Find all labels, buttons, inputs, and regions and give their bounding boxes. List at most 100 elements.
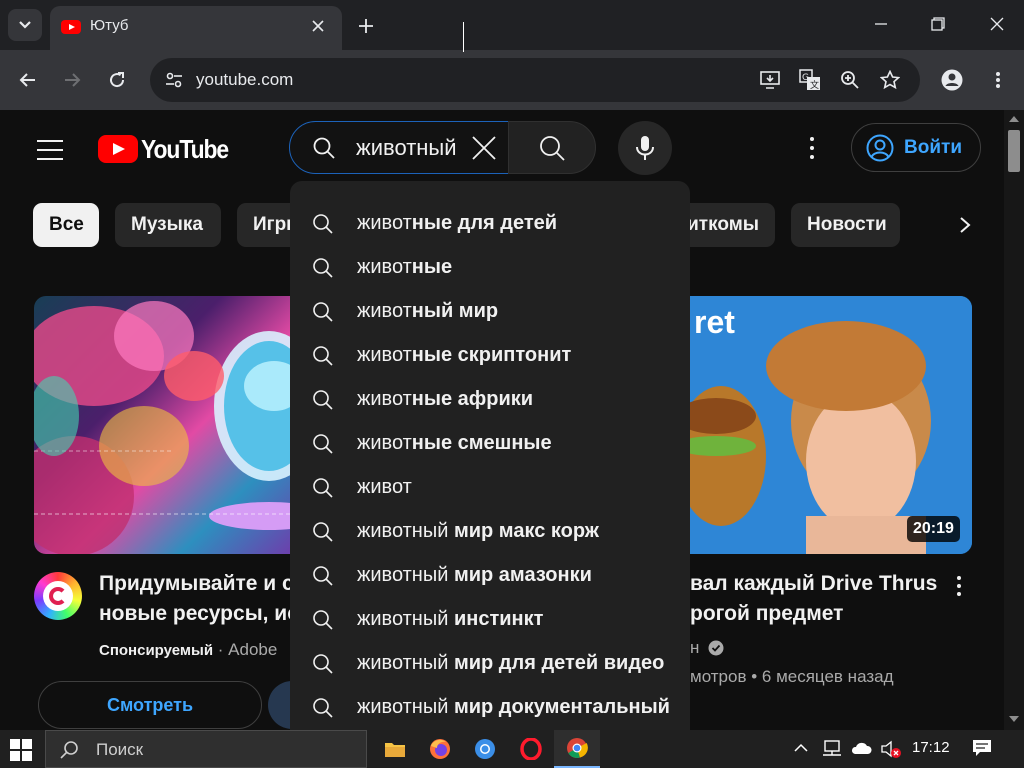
install-app-button[interactable] xyxy=(754,64,786,96)
firefox-app[interactable] xyxy=(417,730,463,768)
search-icon xyxy=(312,213,334,240)
start-button[interactable] xyxy=(10,739,32,761)
show-hidden-icons-button[interactable] xyxy=(792,739,810,762)
address-bar[interactable]: youtube.com G文 xyxy=(150,58,920,102)
chrome-app[interactable] xyxy=(554,730,600,768)
taskbar-search-box[interactable]: Поиск xyxy=(45,730,367,768)
plus-icon xyxy=(359,19,373,33)
tab-title: Ютуб xyxy=(90,17,129,34)
chips-next-button[interactable] xyxy=(946,206,984,244)
onedrive-tray-icon[interactable] xyxy=(850,739,872,762)
opera-icon xyxy=(520,738,542,760)
reload-button[interactable] xyxy=(101,64,133,96)
file-explorer-app[interactable] xyxy=(372,730,418,768)
scrollbar-thumb[interactable] xyxy=(1008,130,1020,172)
forward-button[interactable] xyxy=(56,64,88,96)
video2-title-line1[interactable]: вал каждый Drive Thrus xyxy=(690,569,940,599)
chip-news[interactable]: Новости xyxy=(791,203,900,247)
adobe-channel-avatar[interactable] xyxy=(34,572,82,620)
svg-text:文: 文 xyxy=(810,79,819,91)
suggestion-text: животный мир xyxy=(357,300,499,322)
video-title-line2[interactable]: новые ресурсы, используя xyxy=(99,599,291,629)
search-query-text: животный xyxy=(356,135,457,160)
taskbar-clock[interactable]: 17:12 xyxy=(912,739,950,756)
speaker-muted-icon xyxy=(881,740,901,758)
tune-icon xyxy=(166,72,182,88)
zoom-button[interactable] xyxy=(834,64,866,96)
opera-app[interactable] xyxy=(508,730,554,768)
zoom-in-icon xyxy=(841,71,859,89)
arrow-right-icon xyxy=(65,73,81,87)
youtube-logo[interactable]: YouTube xyxy=(98,134,240,164)
watch-button[interactable]: Смотреть xyxy=(38,681,262,729)
search-icon xyxy=(312,609,334,636)
translate-icon: G文 xyxy=(799,69,820,91)
scroll-up-arrow-icon[interactable] xyxy=(1009,116,1019,122)
chrome-alt-app[interactable] xyxy=(462,730,508,768)
suggestion-item[interactable]: животные для детей xyxy=(290,202,690,246)
chip-all[interactable]: Все xyxy=(33,203,99,247)
translate-button[interactable]: G文 xyxy=(794,64,826,96)
channel-name-adobe[interactable]: Adobe xyxy=(228,640,277,659)
notifications-button[interactable] xyxy=(972,739,992,762)
tab-search-button[interactable] xyxy=(8,9,42,41)
network-tray-icon[interactable] xyxy=(822,739,842,762)
video-title-line1[interactable]: Придумывайте и создавайте xyxy=(99,569,291,599)
suggestion-item[interactable]: животные скриптонит xyxy=(290,334,690,378)
sign-in-button[interactable]: Войти xyxy=(851,123,981,172)
chip-music[interactable]: Музыка xyxy=(115,203,221,247)
suggestion-item[interactable]: животный мир амазонки xyxy=(290,554,690,598)
suggestion-text: животный мир документальный xyxy=(357,696,670,718)
suggestion-text: животные xyxy=(357,256,453,278)
search-icon xyxy=(312,521,334,548)
suggestion-item[interactable]: живот xyxy=(290,466,690,510)
settings-more-button[interactable] xyxy=(796,130,828,166)
search-icon xyxy=(312,653,334,680)
suggestion-item[interactable]: животные xyxy=(290,246,690,290)
restore-button[interactable] xyxy=(915,4,961,44)
guide-menu-button[interactable] xyxy=(30,130,70,170)
reload-icon xyxy=(110,72,125,88)
suggestion-item[interactable]: животный мир xyxy=(290,290,690,334)
chevron-right-icon xyxy=(960,217,971,233)
suggestion-item[interactable]: животный мир макс корж xyxy=(290,510,690,554)
site-info-button[interactable] xyxy=(158,64,190,96)
browser-menu-button[interactable] xyxy=(982,64,1014,96)
arrow-left-icon xyxy=(19,73,35,87)
suggestion-item[interactable]: животный мир документальный xyxy=(290,686,690,730)
search-button[interactable] xyxy=(508,121,596,174)
suggestion-item[interactable]: животные африки xyxy=(290,378,690,422)
bookmark-button[interactable] xyxy=(874,64,906,96)
browser-tab-youtube[interactable]: Ютуб xyxy=(50,6,342,50)
new-tab-button[interactable] xyxy=(352,12,380,40)
page-scrollbar[interactable] xyxy=(1004,110,1024,730)
search-icon xyxy=(60,740,80,765)
search-icon xyxy=(312,301,334,328)
video-thumbnail-adobe[interactable] xyxy=(34,296,314,554)
voice-search-button[interactable] xyxy=(618,121,672,175)
volume-tray-icon[interactable] xyxy=(880,739,902,764)
minimize-button[interactable] xyxy=(858,4,904,44)
suggestion-text: животный инстинкт xyxy=(357,608,544,630)
video2-stats: мотров • 6 месяцев назад xyxy=(690,667,894,686)
suggestion-item[interactable]: животный мир для детей видео xyxy=(290,642,690,686)
video2-title-line2[interactable]: рогой предмет xyxy=(690,599,940,629)
suggestion-item[interactable]: животный инстинкт xyxy=(290,598,690,642)
taskbar-search-placeholder: Поиск xyxy=(96,740,144,759)
close-icon xyxy=(990,17,1004,31)
youtube-favicon-icon xyxy=(61,20,81,34)
clear-search-button[interactable] xyxy=(466,130,502,166)
profile-button[interactable] xyxy=(936,64,968,96)
search-icon xyxy=(312,697,334,724)
suggestion-text: животный мир для детей видео xyxy=(357,652,665,674)
firefox-icon xyxy=(430,739,450,759)
tab-close-button[interactable] xyxy=(306,14,330,38)
video2-menu-button[interactable] xyxy=(950,573,968,599)
video2-views: мотров xyxy=(690,667,747,686)
windows-taskbar: Поиск 17:12 xyxy=(0,730,1024,768)
close-window-button[interactable] xyxy=(974,4,1020,44)
suggestion-item[interactable]: животные смешные xyxy=(290,422,690,466)
back-button[interactable] xyxy=(12,64,44,96)
youtube-play-icon xyxy=(98,135,138,163)
scroll-down-arrow-icon[interactable] xyxy=(1009,716,1019,722)
